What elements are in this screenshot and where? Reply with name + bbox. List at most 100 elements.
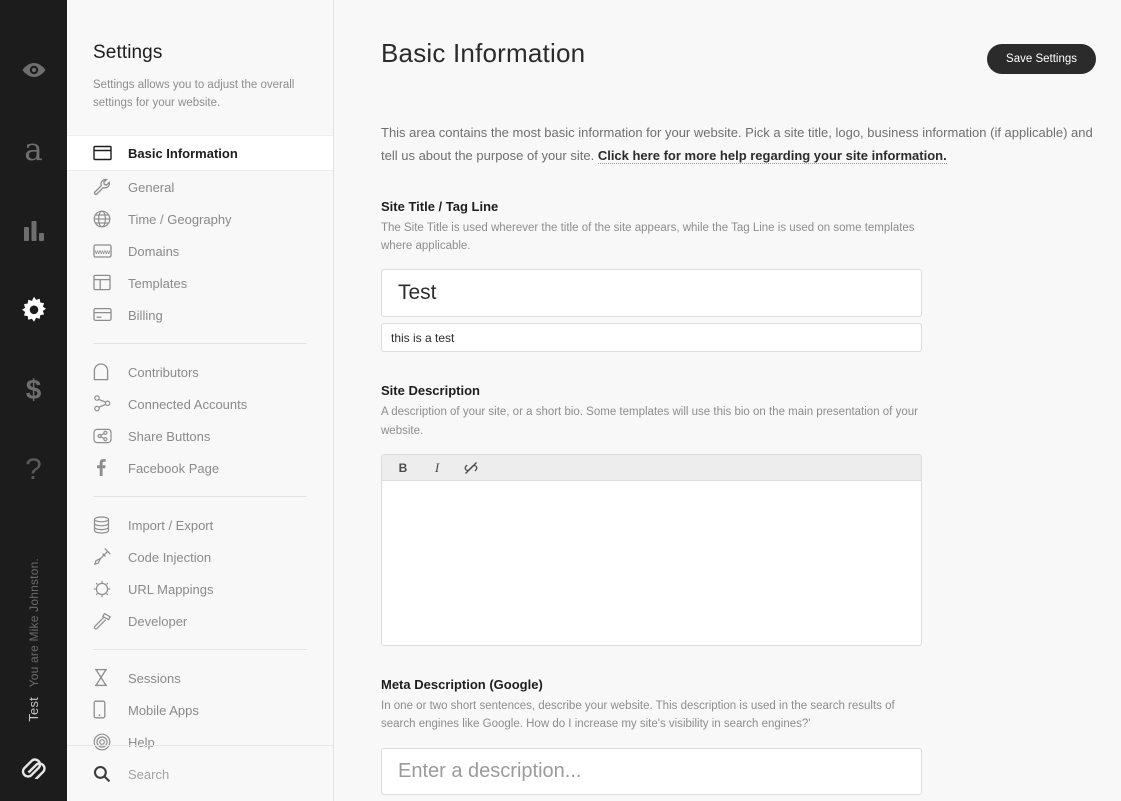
sidebar-item-billing[interactable]: Billing bbox=[67, 299, 333, 331]
settings-app: a $ ? You are Mike Johnston. Test Settin… bbox=[0, 0, 1121, 801]
sidebar-item-label: Code Injection bbox=[128, 549, 212, 565]
field-label: Site Title / Tag Line bbox=[381, 198, 499, 214]
gear-icon bbox=[20, 296, 48, 324]
field-description: A description of your site, or a short b… bbox=[381, 406, 918, 437]
sidebar-item-label: Developer bbox=[128, 613, 188, 629]
sidebar-item-sessions[interactable]: Sessions bbox=[67, 662, 333, 694]
sidebar-title: Settings bbox=[93, 42, 163, 63]
tag-line-input[interactable] bbox=[381, 323, 922, 353]
sidebar-item-contributors[interactable]: Contributors bbox=[67, 356, 333, 388]
sidebar-item-label: Domains bbox=[128, 243, 180, 259]
database-icon bbox=[93, 515, 117, 535]
sidebar-item-import-export[interactable]: Import / Export bbox=[67, 509, 333, 541]
italic-button[interactable]: I bbox=[429, 459, 445, 477]
sidebar-divider bbox=[93, 342, 307, 344]
save-settings-button[interactable]: Save Settings bbox=[987, 44, 1096, 74]
sidebar-divider bbox=[93, 495, 307, 497]
bar-chart-icon bbox=[22, 219, 46, 241]
window-icon bbox=[93, 143, 117, 163]
current-site-label-wrap[interactable]: Test bbox=[0, 697, 67, 722]
layout-icon bbox=[93, 273, 117, 293]
question-mark-icon: ? bbox=[25, 453, 42, 486]
sidebar-item-label: URL Mappings bbox=[128, 581, 214, 597]
field-site-description: Site Description A description of your s… bbox=[381, 383, 1121, 647]
mobile-phone-icon bbox=[93, 700, 117, 720]
sidebar-item-general[interactable]: General bbox=[67, 171, 333, 203]
sidebar-header: Settings Settings allows you to adjust t… bbox=[67, 0, 333, 136]
sidebar-item-time-geography[interactable]: Time / Geography bbox=[67, 203, 333, 235]
sidebar-item-label: Billing bbox=[128, 307, 163, 323]
facebook-icon bbox=[93, 458, 117, 478]
sun-circle-icon bbox=[93, 579, 117, 599]
field-description: In one or two short sentences, describe … bbox=[381, 700, 895, 731]
person-icon bbox=[93, 362, 117, 382]
unlink-button[interactable] bbox=[463, 459, 479, 477]
squarespace-logo[interactable] bbox=[0, 753, 67, 779]
help-icon[interactable]: ? bbox=[0, 430, 67, 510]
letter-a-icon: a bbox=[24, 131, 43, 168]
rail-icon-group: a $ ? bbox=[0, 0, 67, 510]
site-title-input[interactable] bbox=[381, 269, 922, 318]
sidebar-item-basic-information[interactable]: Basic Information bbox=[67, 134, 333, 171]
current-site-label: Test bbox=[26, 697, 41, 722]
sidebar-group-advanced: Import / Export Code Injection URL Mappi… bbox=[67, 509, 333, 637]
sidebar-item-label: Sessions bbox=[128, 670, 181, 686]
syringe-icon bbox=[93, 547, 117, 567]
sidebar-item-label: Connected Accounts bbox=[128, 396, 248, 412]
sidebar-item-code-injection[interactable]: Code Injection bbox=[67, 541, 333, 573]
sidebar-item-share-buttons[interactable]: Share Buttons bbox=[67, 420, 333, 452]
sidebar-item-domains[interactable]: www Domains bbox=[67, 235, 333, 267]
settings-icon[interactable] bbox=[0, 270, 67, 350]
page-title: Basic Information bbox=[381, 38, 586, 68]
settings-sidebar: Settings Settings allows you to adjust t… bbox=[67, 0, 334, 801]
sidebar-item-developer[interactable]: Developer bbox=[67, 605, 333, 637]
design-icon[interactable]: a bbox=[0, 110, 67, 190]
rich-text-editor: B I bbox=[381, 454, 922, 647]
hammer-icon bbox=[93, 611, 117, 631]
commerce-icon[interactable]: $ bbox=[0, 350, 67, 430]
current-user-label-wrap: You are Mike Johnston. bbox=[0, 558, 67, 687]
sidebar-group-support: Sessions Mobile Apps Help bbox=[67, 662, 333, 758]
sidebar-group-site: Basic Information General Time / Geograp… bbox=[67, 134, 333, 331]
sidebar-item-url-mappings[interactable]: URL Mappings bbox=[67, 573, 333, 605]
sidebar-item-label: Facebook Page bbox=[128, 460, 220, 476]
site-description-textarea[interactable] bbox=[382, 481, 921, 641]
sidebar-item-label: Share Buttons bbox=[128, 428, 211, 444]
metrics-icon[interactable] bbox=[0, 190, 67, 270]
sidebar-subtitle: Settings allows you to adjust the overal… bbox=[93, 79, 295, 109]
sidebar-item-label: Mobile Apps bbox=[128, 702, 199, 718]
sidebar-search[interactable]: Search bbox=[67, 745, 333, 801]
sidebar-item-label: Time / Geography bbox=[128, 211, 232, 227]
meta-description-input[interactable] bbox=[381, 747, 922, 795]
sidebar-item-label: Basic Information bbox=[128, 145, 238, 161]
nodes-icon bbox=[93, 394, 117, 414]
credit-card-icon bbox=[93, 305, 117, 325]
eye-icon bbox=[20, 61, 48, 79]
sidebar-item-templates[interactable]: Templates bbox=[67, 267, 333, 299]
field-site-title: Site Title / Tag Line The Site Title is … bbox=[381, 199, 1121, 353]
sidebar-divider bbox=[93, 648, 307, 650]
page-header: Basic Information Save Settings bbox=[381, 0, 1121, 74]
preview-eye-icon[interactable] bbox=[0, 30, 67, 110]
sidebar-item-label: Import / Export bbox=[128, 517, 214, 533]
sidebar-group-people: Contributors Connected Accounts Share Bu… bbox=[67, 356, 333, 484]
field-label: Site Description bbox=[381, 383, 480, 399]
sidebar-search-label: Search bbox=[128, 766, 170, 782]
site-information-help-link[interactable]: Click here for more help regarding your … bbox=[597, 147, 947, 164]
www-icon: www bbox=[93, 241, 117, 261]
hourglass-icon bbox=[93, 668, 117, 688]
wrench-icon bbox=[93, 177, 117, 197]
sidebar-item-label: Contributors bbox=[128, 364, 199, 380]
main-inner: Basic Information Save Settings This are… bbox=[334, 0, 1121, 795]
bold-button[interactable]: B bbox=[395, 459, 411, 477]
sidebar-item-mobile-apps[interactable]: Mobile Apps bbox=[67, 694, 333, 726]
sidebar-item-connected-accounts[interactable]: Connected Accounts bbox=[67, 388, 333, 420]
svg-text:www: www bbox=[94, 248, 110, 255]
sidebar-item-facebook-page[interactable]: Facebook Page bbox=[67, 452, 333, 484]
current-user-label: You are Mike Johnston. bbox=[26, 558, 41, 688]
field-description: The Site Title is used wherever the titl… bbox=[381, 221, 915, 252]
sidebar-item-label: Templates bbox=[128, 275, 188, 291]
intro-paragraph: This area contains the most basic inform… bbox=[381, 122, 1093, 168]
field-meta-description: Meta Description (Google) In one or two … bbox=[381, 677, 1121, 795]
main-content: Basic Information Save Settings This are… bbox=[334, 0, 1121, 801]
